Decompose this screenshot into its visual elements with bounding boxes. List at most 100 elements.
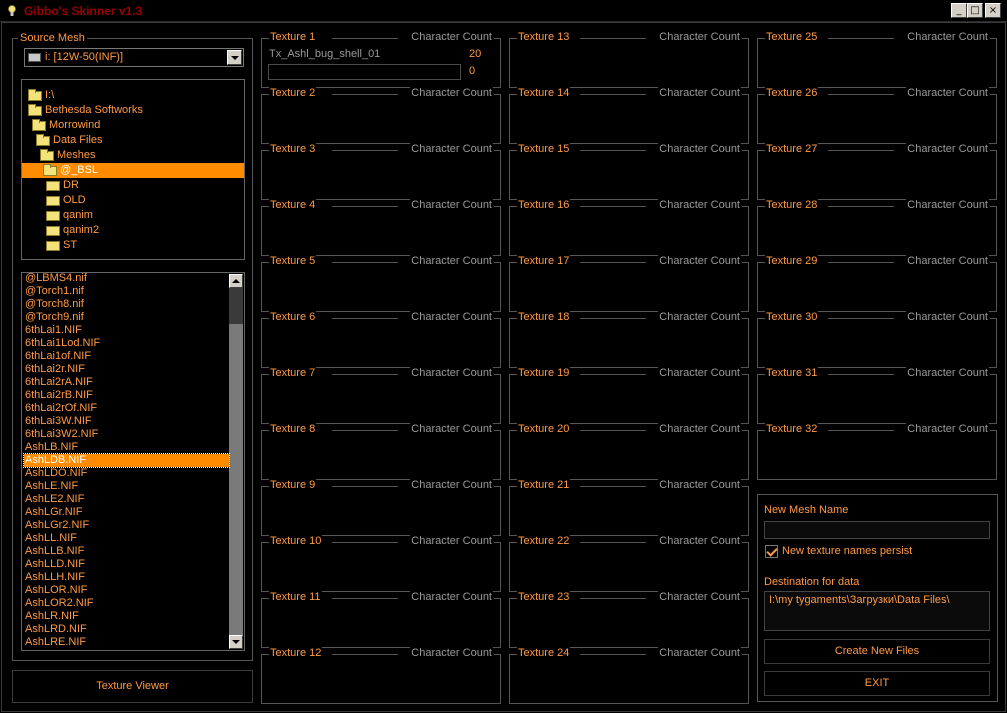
slot-border: [742, 486, 748, 487]
folder-item[interactable]: Morrowind: [29, 118, 100, 133]
texture-slot: Texture 6 Character Count: [261, 311, 501, 368]
new-texture-name-input[interactable]: [268, 64, 461, 80]
texture-slot: Texture 15 Character Count: [509, 143, 749, 200]
file-list-item[interactable]: @LBMS4.nif: [24, 273, 229, 285]
folder-item[interactable]: @_BSL: [22, 163, 244, 178]
file-list-item[interactable]: 6thLai2rB.NIF: [24, 389, 229, 402]
texture-slot-label: Texture 17: [517, 255, 571, 267]
file-list-item[interactable]: 6thLai1of.NIF: [24, 350, 229, 363]
folder-item[interactable]: Bethesda Softworks: [25, 103, 143, 118]
file-list-item[interactable]: 6thLai1.NIF: [24, 324, 229, 337]
character-count-label: Character Count: [410, 479, 493, 491]
destination-label: Destination for data: [764, 576, 860, 588]
file-list-item[interactable]: AshLR.NIF: [24, 610, 229, 623]
slot-border: [828, 206, 894, 207]
texture-slot: Texture 23 Character Count: [509, 591, 749, 648]
character-count-label: Character Count: [658, 591, 741, 603]
slot-border: [742, 94, 748, 95]
slot-border: [828, 38, 894, 39]
file-list-item[interactable]: AshLE.NIF: [24, 480, 229, 493]
file-list-item[interactable]: 6thLai1Lod.NIF: [24, 337, 229, 350]
destination-input[interactable]: I:\my tygaments\Загрузки\Data Files\: [764, 591, 990, 631]
close-button[interactable]: ×: [985, 3, 1001, 18]
file-list-item[interactable]: AshLLD.NIF: [24, 558, 229, 571]
folder-open-icon: [28, 104, 42, 116]
exit-button[interactable]: EXIT: [764, 671, 990, 696]
file-list-item[interactable]: AshLB.NIF: [24, 441, 229, 454]
folder-label: ST: [63, 239, 78, 251]
maximize-button[interactable]: □: [967, 3, 983, 18]
new-mesh-name-input[interactable]: [764, 521, 990, 539]
file-list-item[interactable]: AshLOR2.NIF: [24, 597, 229, 610]
file-list-item[interactable]: AshLOR.NIF: [24, 584, 229, 597]
file-list-item[interactable]: AshLRE.NIF: [24, 636, 229, 649]
file-list-item[interactable]: 6thLai2rA.NIF: [24, 376, 229, 389]
drive-select[interactable]: i: [12W-50(INF)]: [24, 48, 244, 67]
texture-slot: Texture 27 Character Count: [757, 143, 997, 200]
file-list-item[interactable]: AshLE2.NIF: [24, 493, 229, 506]
scroll-down-arrow-icon[interactable]: [229, 635, 243, 649]
texture-slot-label: Texture 4: [269, 199, 317, 211]
slot-border: [990, 94, 996, 95]
file-list-item[interactable]: 6thLai2r.NIF: [24, 363, 229, 376]
slot-border: [742, 262, 748, 263]
scroll-up-arrow-icon[interactable]: [229, 274, 243, 288]
folder-label: qanim2: [63, 224, 100, 236]
file-list-item[interactable]: @Torch9.nif: [24, 311, 229, 324]
folder-item[interactable]: qanim: [43, 208, 93, 223]
file-list-item[interactable]: AshLGr.NIF: [24, 506, 229, 519]
file-list-item[interactable]: AshLRD.NIF: [24, 623, 229, 636]
minimize-button[interactable]: _: [951, 3, 967, 18]
slot-border: [742, 598, 748, 599]
texture-slot-label: Texture 25: [765, 31, 819, 43]
file-list-item[interactable]: AshLDB.NIF: [23, 453, 230, 468]
scroll-thumb[interactable]: [229, 324, 243, 635]
slot-border: [494, 598, 500, 599]
file-list-scrollbar[interactable]: [229, 274, 243, 649]
texture-viewer-button[interactable]: Texture Viewer: [12, 670, 253, 703]
texture-slot-label: Texture 10: [269, 535, 323, 547]
texture-slot-label: Texture 14: [517, 87, 571, 99]
folder-item[interactable]: ST: [43, 238, 77, 253]
texture-slot-label: Texture 27: [765, 143, 819, 155]
file-list-item[interactable]: @Torch1.nif: [24, 285, 229, 298]
texture-slot: Texture 19 Character Count: [509, 367, 749, 424]
slot-border: [332, 38, 398, 39]
folder-item[interactable]: Meshes: [37, 148, 96, 163]
texture-file-name: Tx_Ashl_bug_shell_01: [269, 48, 381, 60]
slot-border: [828, 262, 894, 263]
file-list-item[interactable]: 6thLai3W.NIF: [24, 415, 229, 428]
slot-border: [742, 206, 748, 207]
texture-slot: Texture 26 Character Count: [757, 87, 997, 144]
file-list[interactable]: @LBMS4.nif @Torch1.nif @Torch8.nif @Torch9.…: [21, 272, 245, 651]
folder-item[interactable]: qanim2: [43, 223, 99, 238]
texture-slot: Texture 12 Character Count: [261, 647, 501, 704]
character-count-label: Character Count: [410, 143, 493, 155]
file-list-item[interactable]: 6thLai3W2.NIF: [24, 428, 229, 441]
slot-border: [990, 262, 996, 263]
folder-tree[interactable]: I:\ Bethesda Softworks Morrowind Data Files…: [21, 79, 245, 260]
file-list-item[interactable]: AshLGr2.NIF: [24, 519, 229, 532]
texture-slot-label: Texture 1: [269, 31, 317, 43]
create-new-files-button[interactable]: Create New Files: [764, 639, 990, 664]
character-count-label: Character Count: [410, 535, 493, 547]
file-list-item[interactable]: 6thLai2rOf.NIF: [24, 402, 229, 415]
file-list-item[interactable]: @Torch8.nif: [24, 298, 229, 311]
folder-icon: [46, 181, 60, 191]
persist-checkbox[interactable]: [765, 545, 778, 558]
file-list-item[interactable]: AshLL.NIF: [24, 532, 229, 545]
file-list-item[interactable]: AshLLB.NIF: [24, 545, 229, 558]
folder-item[interactable]: OLD: [43, 193, 86, 208]
folder-item[interactable]: I:\: [25, 88, 54, 103]
slot-border: [494, 150, 500, 151]
slot-border: [580, 206, 646, 207]
folder-item[interactable]: Data Files: [33, 133, 103, 148]
file-list-item[interactable]: AshLLH.NIF: [24, 571, 229, 584]
chevron-down-icon[interactable]: [227, 50, 242, 65]
file-list-item[interactable]: AshLDO.NIF: [24, 467, 229, 480]
character-count-label: Character Count: [410, 647, 493, 659]
folder-item[interactable]: DR: [43, 178, 79, 193]
slot-border: [580, 374, 646, 375]
slot-border: [494, 654, 500, 655]
texture-slot-label: Texture 32: [765, 423, 819, 435]
